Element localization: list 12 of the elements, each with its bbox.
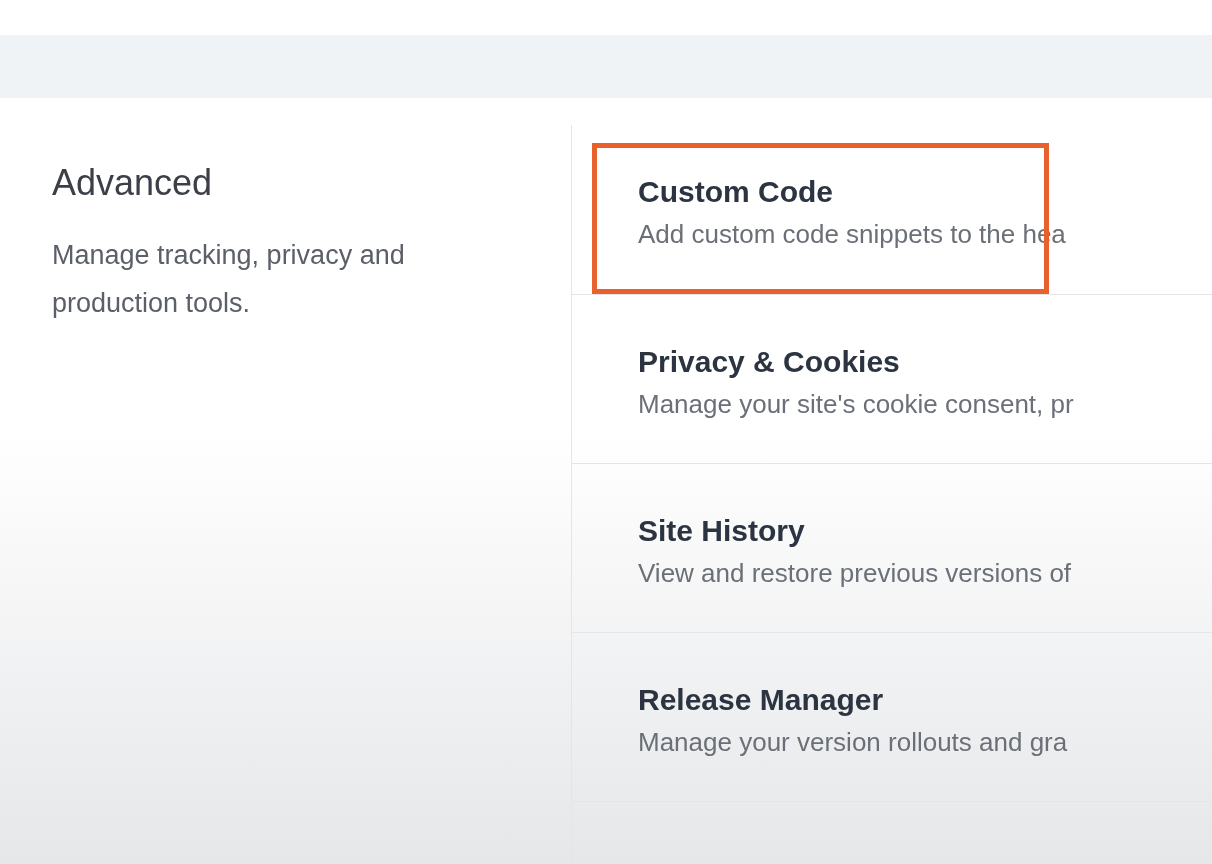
section-description: Manage tracking, privacy and production tools.: [52, 239, 406, 320]
item-title: Site History: [638, 513, 806, 549]
settings-item[interactable]: Site History View and restore previous versions of: [571, 463, 1212, 632]
item-title: Custom Code: [638, 174, 834, 210]
item-description: Manage your version rollouts and gra: [638, 726, 1069, 759]
item-title: Release Manager: [638, 682, 885, 718]
item-description: Manage your site's cookie consent, pr: [638, 388, 1075, 421]
settings-item[interactable]: Privacy & Cookies Manage your site's cookie consent, pr: [571, 294, 1212, 463]
section-title: Advanced: [52, 161, 214, 205]
item-title: Privacy & Cookies: [638, 344, 901, 380]
settings-item[interactable]: Release Manager Manage your version rollouts and gra: [571, 632, 1212, 801]
item-description: View and restore previous versions of: [638, 557, 1073, 590]
